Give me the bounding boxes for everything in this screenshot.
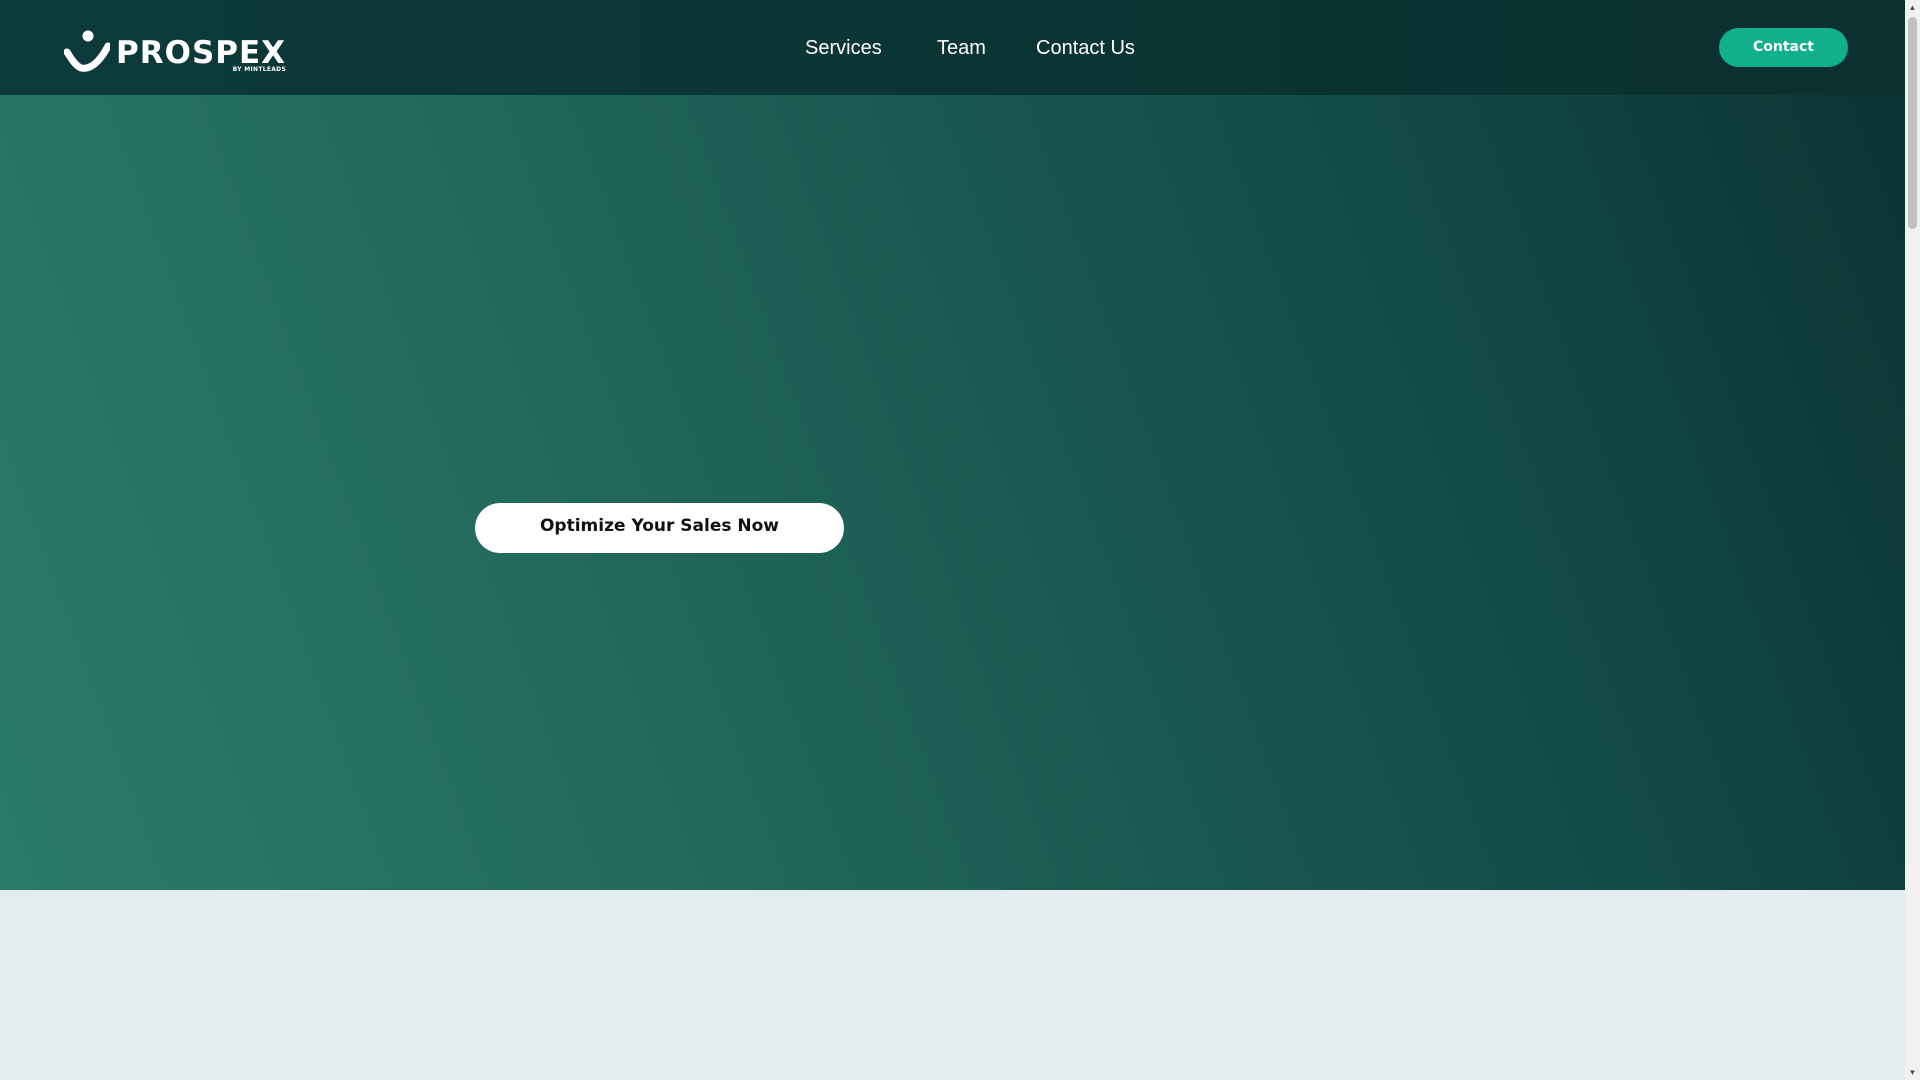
next-section (0, 890, 1905, 1080)
triangle-up-icon[interactable]: ▲ (1905, 0, 1920, 15)
contact-button[interactable]: Contact (1719, 28, 1848, 67)
page: PROSPEX BY MINTLEADS Services Team Conta… (0, 0, 1920, 1080)
logo-tagline: BY MINTLEADS (232, 66, 287, 73)
page-content: PROSPEX BY MINTLEADS Services Team Conta… (0, 0, 1905, 1080)
nav-link-team[interactable]: Team (937, 36, 986, 60)
nav-link-services[interactable]: Services (805, 36, 882, 60)
vertical-scrollbar[interactable]: ▲ ▼ (1905, 0, 1920, 1080)
hero-section: Optimize Your Sales Now (0, 95, 1905, 890)
logo-text: PROSPEX BY MINTLEADS (116, 28, 286, 76)
site-header: PROSPEX BY MINTLEADS Services Team Conta… (0, 0, 1905, 95)
scrollbar-thumb[interactable] (1908, 17, 1917, 229)
logo-link[interactable]: PROSPEX BY MINTLEADS (64, 28, 286, 76)
optimize-sales-button[interactable]: Optimize Your Sales Now (475, 503, 844, 553)
logo-wordmark: PROSPEX (116, 35, 287, 71)
checkmark-person-icon (64, 30, 110, 72)
nav-link-contact-us[interactable]: Contact Us (1036, 36, 1135, 60)
triangle-down-icon[interactable]: ▼ (1905, 1065, 1920, 1080)
